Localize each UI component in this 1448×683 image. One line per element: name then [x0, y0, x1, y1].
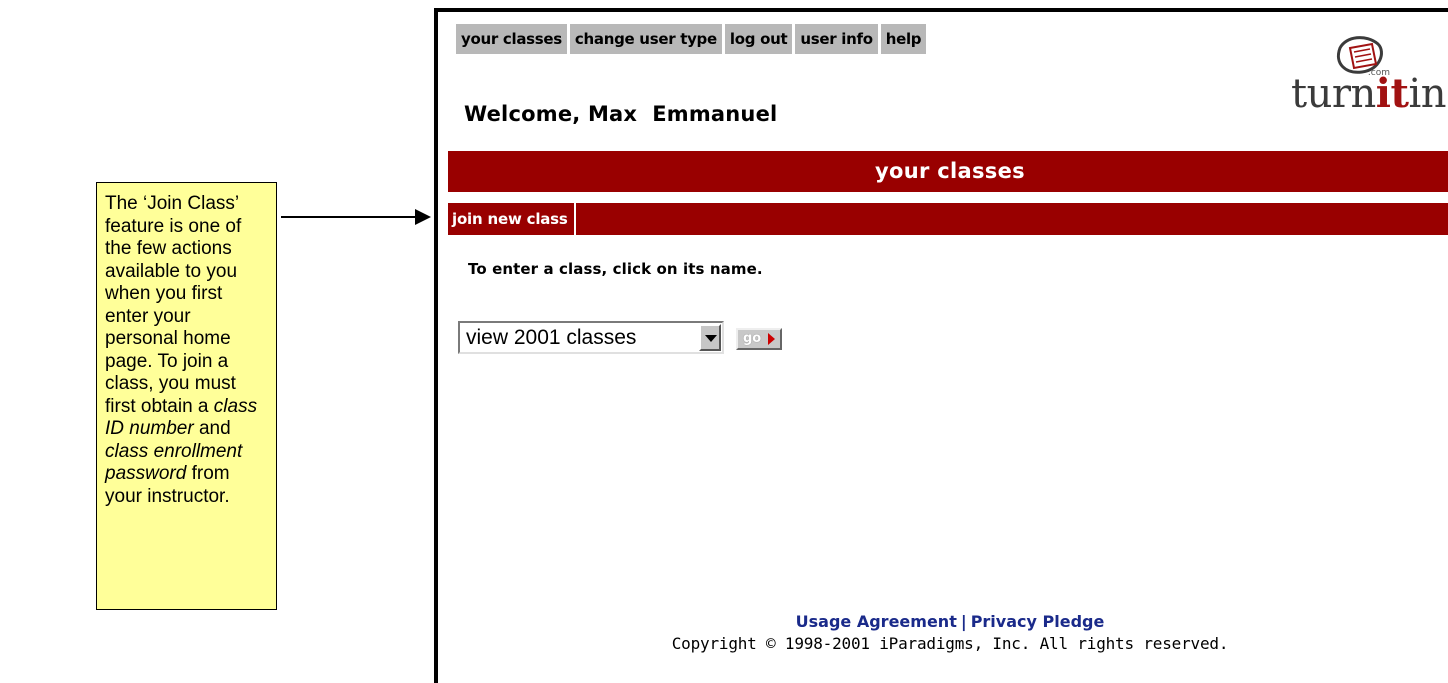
annotation-callout: The ‘Join Class’ feature is one of the f…	[96, 182, 277, 610]
play-arrow-icon	[768, 333, 775, 345]
arrow-right-icon	[415, 209, 431, 225]
page-title-bar: your classes	[448, 151, 1448, 192]
logo-wordmark-accent: it	[1375, 70, 1409, 117]
select-value: view 2001 classes	[466, 326, 637, 349]
callout-text-part: and	[193, 418, 231, 439]
top-navigation: your classes change user type log out us…	[456, 24, 927, 54]
browser-window: your classes change user type log out us…	[434, 8, 1448, 683]
logo-wordmark-part: in	[1408, 71, 1446, 117]
footer-links: Usage Agreement | Privacy Pledge	[448, 612, 1448, 631]
footer-separator: |	[960, 612, 967, 631]
logo-wordmark-part: turn	[1291, 71, 1376, 117]
copyright-text: Copyright © 1998-2001 iParadigms, Inc. A…	[671, 634, 1229, 653]
logo-wordmark: turnitin	[1291, 71, 1446, 117]
usage-agreement-link[interactable]: Usage Agreement	[796, 612, 957, 631]
nav-tab-your-classes[interactable]: your classes	[456, 24, 567, 54]
instruction-text: To enter a class, click on its name.	[468, 260, 763, 278]
chevron-down-icon[interactable]	[699, 324, 721, 351]
welcome-user-name: Max Emmanuel	[587, 102, 778, 126]
welcome-message: Welcome, Max Emmanuel	[464, 102, 777, 126]
nav-tab-help[interactable]: help	[880, 24, 927, 54]
action-bar: join new class	[448, 203, 1448, 235]
footer: Usage Agreement | Privacy Pledge Copyright…	[448, 612, 1448, 653]
privacy-pledge-link[interactable]: Privacy Pledge	[971, 612, 1105, 631]
go-button[interactable]: go	[736, 328, 782, 350]
turnitin-logo: .com turnitin	[1248, 34, 1448, 114]
join-new-class-button[interactable]: join new class	[448, 203, 576, 235]
welcome-greeting: Welcome,	[464, 102, 581, 126]
go-label: go	[743, 331, 762, 346]
page-title: your classes	[875, 159, 1025, 183]
callout-text-part: The ‘Join Class’ feature is one of the f…	[105, 193, 242, 417]
nav-tab-user-info[interactable]: user info	[795, 24, 878, 54]
callout-arrow-line	[281, 216, 417, 218]
class-year-select[interactable]: view 2001 classes	[458, 321, 724, 354]
nav-tab-log-out[interactable]: log out	[724, 24, 793, 54]
callout-text: The ‘Join Class’ feature is one of the f…	[105, 193, 268, 508]
nav-tab-change-user-type[interactable]: change user type	[569, 24, 722, 54]
